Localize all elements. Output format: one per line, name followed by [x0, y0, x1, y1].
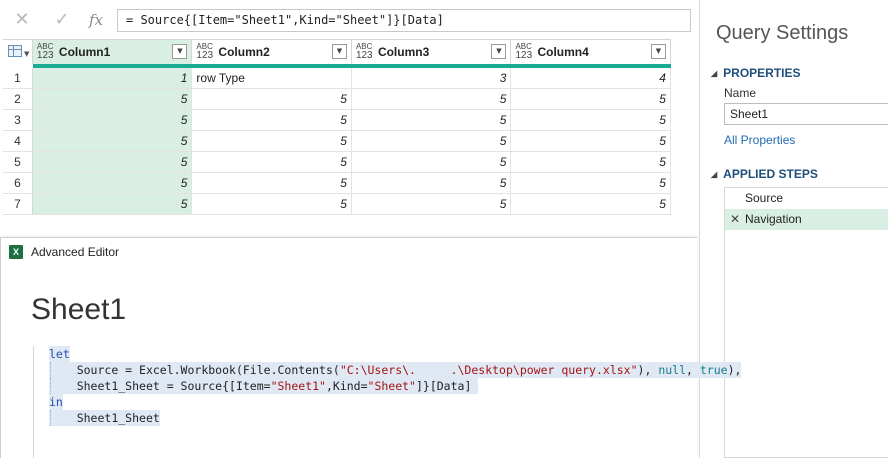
table-cell[interactable]: 5	[352, 173, 512, 193]
row-number[interactable]: 7	[3, 194, 33, 214]
table-row: 2 5 5 5 5	[3, 89, 671, 110]
formula-bar: ✕ ✓ fx = Source{[Item="Sheet1",Kind="She…	[0, 0, 700, 40]
code-line: let	[49, 346, 70, 362]
table-cell[interactable]: 5	[192, 152, 352, 172]
any-type-icon[interactable]: ABC 123	[515, 43, 535, 61]
table-cell[interactable]: 5	[32, 152, 193, 172]
code-line: in	[49, 394, 63, 410]
table-icon	[8, 45, 22, 57]
query-settings-panel: Query Settings ◢ PROPERTIES Name Sheet1 A…	[700, 0, 888, 458]
table-cell[interactable]: 5	[192, 194, 352, 214]
table-cell[interactable]: 5	[32, 194, 193, 214]
section-title: APPLIED STEPS	[723, 167, 818, 181]
table-cell[interactable]: 5	[511, 110, 671, 130]
row-number[interactable]: 5	[3, 152, 33, 172]
any-type-icon[interactable]: ABC 123	[196, 43, 216, 61]
column-header-1[interactable]: ABC 123 Column1 ▼	[32, 40, 193, 64]
code-line: Source = Excel.Workbook(File.Contents("C…	[34, 362, 742, 378]
section-title: PROPERTIES	[723, 66, 801, 80]
row-number[interactable]: 6	[3, 173, 33, 193]
all-properties-link[interactable]: All Properties	[724, 133, 795, 147]
row-number[interactable]: 1	[3, 68, 33, 88]
table-cell[interactable]: 5	[192, 110, 352, 130]
table-cell[interactable]: 3	[352, 68, 512, 88]
table-cell[interactable]: 5	[192, 89, 352, 109]
table-cell[interactable]: 5	[511, 89, 671, 109]
step-source[interactable]: Source	[725, 188, 888, 209]
table-cell[interactable]: 5	[352, 131, 512, 151]
delete-step-icon[interactable]: ✕	[730, 209, 740, 230]
row-number[interactable]: 4	[3, 131, 33, 151]
check-icon[interactable]: ✓	[50, 8, 74, 32]
data-grid: ▼ ABC 123 Column1 ▼ ABC 123 Column2 ▼ ABC 1…	[3, 39, 671, 215]
table-row: 1 1 row Type 3 4	[3, 68, 671, 89]
column-label: Column3	[377, 45, 430, 59]
x-icon[interactable]: ✕	[10, 8, 34, 32]
table-cell[interactable]: row Type	[192, 68, 352, 88]
table-cell[interactable]: 5	[352, 194, 512, 214]
panel-title: Query Settings	[716, 22, 849, 44]
code-line: Sheet1_Sheet = Source{[Item="Sheet1",Kin…	[34, 378, 698, 394]
code-line: Sheet1_Sheet	[34, 410, 698, 426]
any-type-icon[interactable]: ABC 123	[356, 43, 376, 61]
row-number[interactable]: 2	[3, 89, 33, 109]
table-cell[interactable]: 5	[352, 89, 512, 109]
table-row: 3 5 5 5 5	[3, 110, 671, 131]
column-label: Column4	[537, 45, 589, 59]
step-label: Navigation	[745, 212, 802, 226]
name-label: Name	[724, 86, 757, 100]
table-cell[interactable]: 5	[32, 89, 193, 109]
collapse-triangle-icon: ◢	[711, 170, 718, 179]
code-editor[interactable]: let Source = Excel.Workbook(File.Content…	[33, 346, 742, 458]
column-header-4[interactable]: ABC 123 Column4 ▼	[511, 40, 671, 64]
table-cell[interactable]: 5	[352, 152, 512, 172]
applied-steps-section-toggle[interactable]: ◢ APPLIED STEPS	[711, 167, 818, 181]
collapse-triangle-icon: ◢	[711, 69, 718, 78]
table-cell[interactable]: 5	[352, 110, 512, 130]
fx-icon[interactable]: fx	[84, 8, 108, 32]
table-cell[interactable]: 5	[192, 173, 352, 193]
table-menu-button[interactable]: ▼	[3, 40, 33, 64]
chevron-down-icon[interactable]: ▼	[172, 44, 188, 59]
table-cell[interactable]: 1	[32, 68, 193, 88]
table-cell[interactable]: 4	[511, 68, 671, 88]
step-navigation[interactable]: ✕ Navigation	[725, 209, 888, 230]
table-cell[interactable]: 5	[32, 173, 193, 193]
table-row: 4 5 5 5 5	[3, 131, 671, 152]
grid-header: ▼ ABC 123 Column1 ▼ ABC 123 Column2 ▼ ABC 1…	[3, 39, 671, 64]
column-header-3[interactable]: ABC 123 Column3 ▼	[352, 40, 512, 64]
table-row: 7 5 5 5 5	[3, 194, 671, 215]
chevron-down-icon: ▼	[24, 50, 30, 58]
any-type-icon[interactable]: ABC 123	[37, 43, 57, 61]
chevron-down-icon[interactable]: ▼	[650, 44, 666, 59]
advanced-editor-window: X Advanced Editor Sheet1 let Source = Ex…	[0, 237, 742, 458]
properties-section-toggle[interactable]: ◢ PROPERTIES	[711, 66, 801, 80]
window-title: Advanced Editor	[31, 245, 120, 259]
table-row: 5 5 5 5 5	[3, 152, 671, 173]
table-cell[interactable]: 5	[511, 152, 671, 172]
table-cell[interactable]: 5	[32, 110, 193, 130]
excel-icon: X	[9, 245, 26, 259]
table-cell[interactable]: 5	[32, 131, 193, 151]
applied-steps-list: Source ✕ Navigation	[724, 187, 888, 458]
row-number[interactable]: 3	[3, 110, 33, 130]
chevron-down-icon[interactable]: ▼	[491, 44, 507, 59]
column-label: Column1	[58, 45, 111, 59]
column-header-2[interactable]: ABC 123 Column2 ▼	[192, 40, 352, 64]
table-cell[interactable]: 5	[511, 173, 671, 193]
query-name-input[interactable]: Sheet1	[724, 103, 888, 125]
window-titlebar[interactable]: X Advanced Editor	[1, 238, 697, 266]
query-heading: Sheet1	[31, 293, 127, 326]
step-label: Source	[745, 191, 784, 205]
table-row: 6 5 5 5 5	[3, 173, 671, 194]
table-cell[interactable]: 5	[511, 131, 671, 151]
table-cell[interactable]: 5	[192, 131, 352, 151]
table-cell[interactable]: 5	[511, 194, 671, 214]
column-label: Column2	[218, 45, 270, 59]
chevron-down-icon[interactable]: ▼	[331, 44, 347, 59]
formula-input[interactable]: = Source{[Item="Sheet1",Kind="Sheet"]}[D…	[117, 9, 691, 32]
